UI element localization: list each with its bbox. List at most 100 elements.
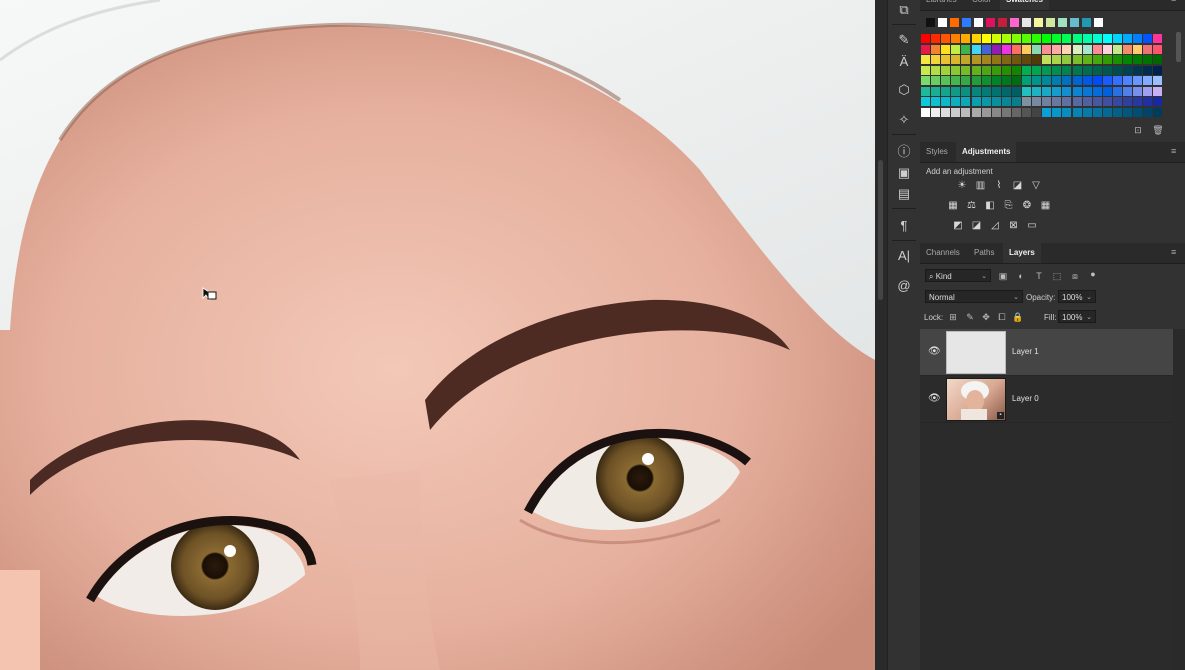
swatch[interactable]: [981, 55, 991, 64]
swatch[interactable]: [1123, 55, 1132, 64]
brightness-contrast-icon[interactable]: ☀: [956, 180, 968, 192]
recent-swatch[interactable]: [1034, 18, 1043, 27]
swatch[interactable]: [971, 65, 981, 75]
opacity-field[interactable]: 100% ⌄: [1058, 290, 1096, 303]
swatch[interactable]: [921, 76, 930, 85]
swatch[interactable]: [1112, 65, 1122, 75]
canvas-scrollbar-thumb[interactable]: [878, 160, 883, 300]
swatch[interactable]: [1133, 55, 1143, 64]
swatch[interactable]: [1052, 76, 1062, 85]
swatch[interactable]: [1123, 44, 1132, 54]
swatch[interactable]: [1072, 44, 1082, 54]
swatch[interactable]: [1133, 97, 1143, 106]
swatch[interactable]: [1143, 34, 1153, 43]
swatch[interactable]: [931, 76, 941, 85]
tab-swatches[interactable]: Swatches: [1000, 0, 1049, 10]
swatch[interactable]: [1022, 65, 1031, 75]
swatch[interactable]: [1001, 65, 1011, 75]
swatch[interactable]: [1001, 86, 1011, 96]
canvas-scrollbar[interactable]: [875, 0, 887, 670]
swatch[interactable]: [921, 107, 930, 117]
lock-image-icon[interactable]: ✎: [964, 311, 976, 323]
swatch[interactable]: [1133, 86, 1143, 96]
swatch[interactable]: [1112, 44, 1122, 54]
swatch[interactable]: [971, 44, 981, 54]
swatch[interactable]: [1022, 34, 1031, 43]
swatch[interactable]: [1082, 65, 1092, 75]
tab-styles[interactable]: Styles: [920, 142, 954, 162]
swatch[interactable]: [1143, 107, 1153, 117]
swatch[interactable]: [1112, 34, 1122, 43]
swatch[interactable]: [981, 86, 991, 96]
notes-icon[interactable]: ▤: [894, 184, 914, 204]
swatch[interactable]: [951, 76, 961, 85]
swatch[interactable]: [1072, 107, 1082, 117]
swatch[interactable]: [951, 86, 961, 96]
swatch[interactable]: [961, 44, 971, 54]
swatch[interactable]: [1032, 65, 1042, 75]
swatch[interactable]: [1112, 76, 1122, 85]
swatch[interactable]: [1153, 76, 1163, 85]
layer-filter-select[interactable]: ⌕ Kind ⌄: [925, 269, 991, 282]
swatch[interactable]: [971, 34, 981, 43]
swatch[interactable]: [1112, 86, 1122, 96]
swatch[interactable]: [931, 86, 941, 96]
channel-mixer-icon[interactable]: ❂: [1021, 200, 1033, 212]
lock-position-icon[interactable]: ✥: [980, 311, 992, 323]
swatch[interactable]: [1102, 107, 1112, 117]
swatch[interactable]: [1022, 107, 1031, 117]
swatch[interactable]: [1143, 76, 1153, 85]
swatch[interactable]: [981, 65, 991, 75]
swatch[interactable]: [1102, 86, 1112, 96]
swatch[interactable]: [961, 107, 971, 117]
swatch[interactable]: [931, 65, 941, 75]
swatch[interactable]: [1092, 44, 1102, 54]
swatch[interactable]: [951, 34, 961, 43]
swatch[interactable]: [971, 107, 981, 117]
fill-field[interactable]: 100% ⌄: [1058, 310, 1096, 323]
swatch[interactable]: [1032, 55, 1042, 64]
swatch[interactable]: [961, 34, 971, 43]
swatch[interactable]: [1092, 97, 1102, 106]
swatch[interactable]: [921, 65, 930, 75]
swatch[interactable]: [1032, 97, 1042, 106]
swatch[interactable]: [991, 44, 1001, 54]
swatch[interactable]: [1102, 65, 1112, 75]
info-icon[interactable]: ⓘ: [894, 142, 914, 162]
swatch[interactable]: [1153, 97, 1163, 106]
trash-icon[interactable]: 🗑: [1152, 124, 1164, 136]
swatch[interactable]: [1042, 44, 1052, 54]
swatch[interactable]: [941, 76, 951, 85]
swatch[interactable]: [1153, 65, 1163, 75]
swatch[interactable]: [981, 44, 991, 54]
swatch[interactable]: [1092, 34, 1102, 43]
swatch[interactable]: [1082, 76, 1092, 85]
swatch[interactable]: [1082, 44, 1092, 54]
eye-icon[interactable]: 👁: [928, 393, 941, 405]
swatch[interactable]: [1123, 97, 1132, 106]
black-white-icon[interactable]: ◧: [984, 200, 996, 212]
swatch[interactable]: [991, 107, 1001, 117]
swatch[interactable]: [941, 97, 951, 106]
swatch[interactable]: [1092, 65, 1102, 75]
swatch[interactable]: [1011, 55, 1021, 64]
swatches-scrollbar[interactable]: [1176, 32, 1181, 62]
swatch[interactable]: [941, 86, 951, 96]
lock-all-icon[interactable]: 🔒: [1012, 311, 1024, 323]
swatch[interactable]: [1082, 107, 1092, 117]
color-balance-icon[interactable]: ⚖: [966, 200, 978, 212]
swatch[interactable]: [1011, 65, 1021, 75]
photo-filter-icon[interactable]: ⎘: [1003, 200, 1015, 212]
swatch[interactable]: [961, 65, 971, 75]
swatch[interactable]: [1082, 55, 1092, 64]
recent-swatch[interactable]: [1010, 18, 1019, 27]
swatch[interactable]: [971, 86, 981, 96]
tab-color[interactable]: Color: [966, 0, 997, 10]
swatch[interactable]: [1062, 107, 1072, 117]
swatch[interactable]: [1133, 44, 1143, 54]
swatch[interactable]: [961, 97, 971, 106]
swatch[interactable]: [1032, 34, 1042, 43]
swatch[interactable]: [931, 55, 941, 64]
recent-swatch[interactable]: [1082, 18, 1091, 27]
eye-icon[interactable]: 👁: [928, 346, 941, 358]
